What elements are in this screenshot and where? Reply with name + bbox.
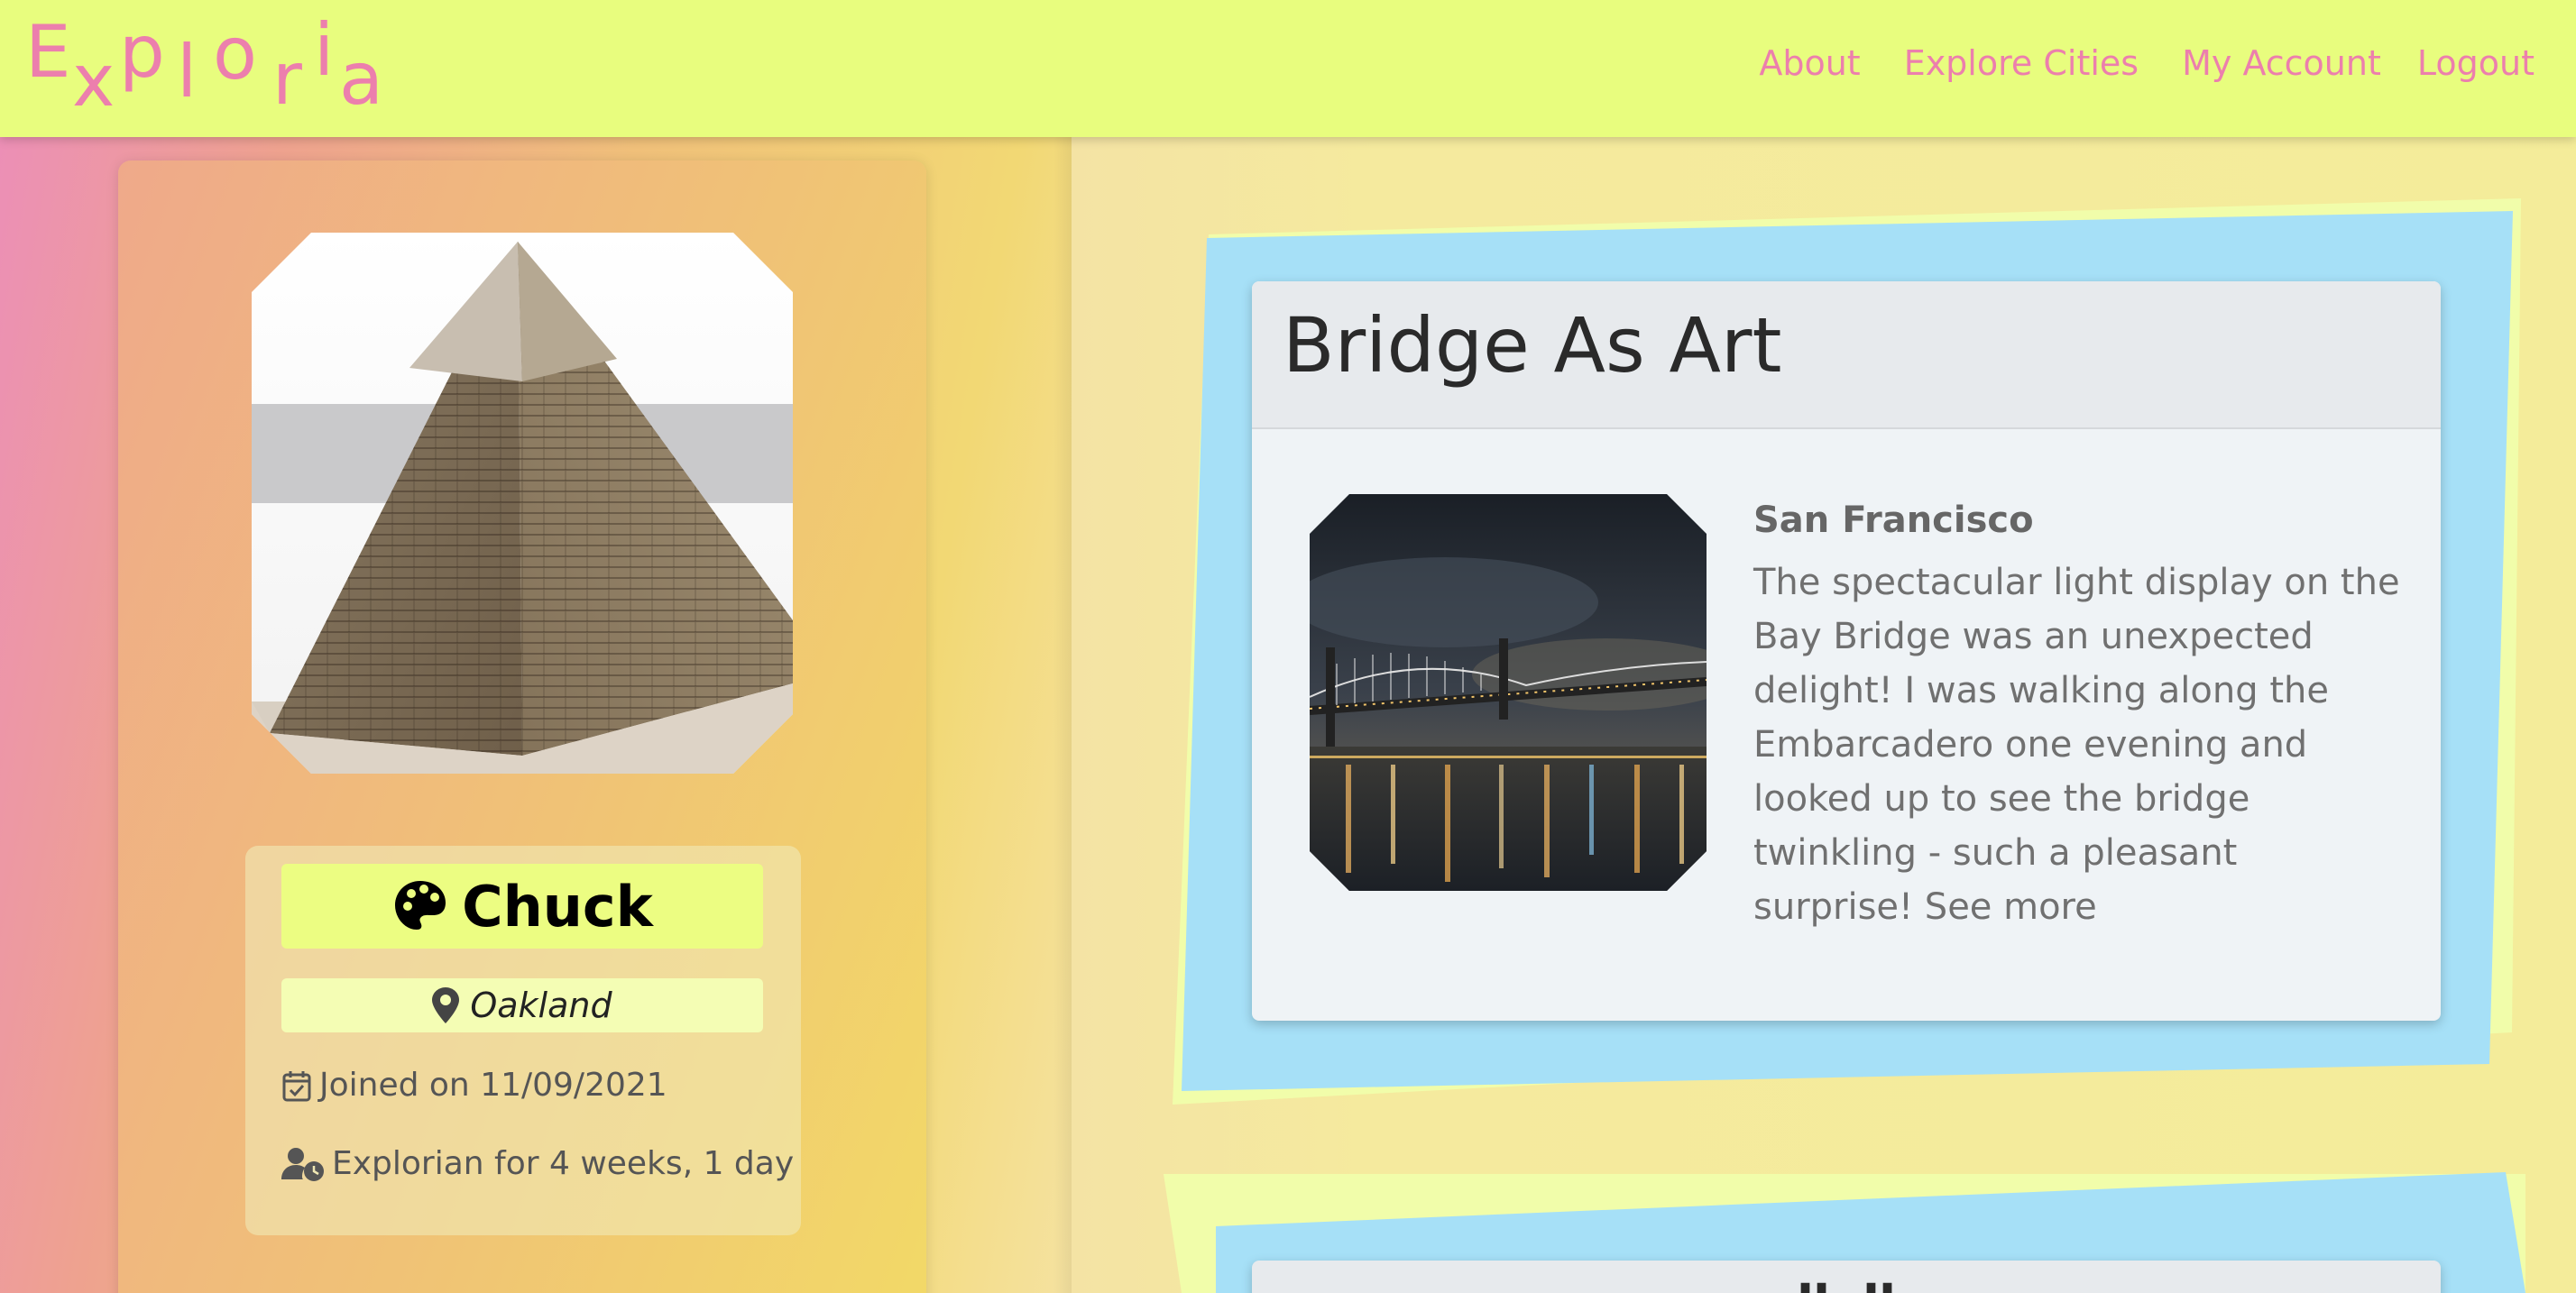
- bay-bridge-night-photo-icon: [1310, 494, 1707, 891]
- logo-letter: p: [119, 10, 165, 94]
- profile-city-box: Oakland: [281, 978, 763, 1032]
- profile-column: Chuck Oakland Joined on 11/09/2021 Explo…: [0, 137, 1072, 1293]
- profile-info-box: Chuck Oakland Joined on 11/09/2021 Explo…: [245, 846, 801, 1235]
- nav-logout-link[interactable]: Logout: [2417, 43, 2535, 83]
- logo-letter: a: [339, 37, 384, 121]
- logo-letter: r: [272, 37, 302, 121]
- logo-letter: i: [314, 8, 335, 92]
- profile-name: Chuck: [462, 873, 653, 940]
- nav-explore-cities-link[interactable]: Explore Cities: [1904, 43, 2139, 83]
- post-header: Bridge As Art: [1252, 281, 2441, 429]
- logo-letter: o: [213, 12, 257, 96]
- profile-tenure: Explorian for 4 weeks, 1 day: [332, 1145, 795, 1182]
- calendar-check-icon: [282, 1070, 311, 1101]
- profile-joined-row: Joined on 11/09/2021: [281, 1067, 667, 1104]
- explorian-logo[interactable]: E x p l o r i a: [25, 0, 404, 137]
- profile-tenure-row: Explorian for 4 weeks, 1 day: [281, 1145, 794, 1182]
- post-title[interactable]: Bridge As Art: [1283, 301, 2410, 390]
- pyramid-photo-icon: [252, 233, 793, 774]
- post-city[interactable]: San Francisco: [1753, 500, 2034, 541]
- post-body: The spectacular light display on the Bay…: [1753, 555, 2403, 934]
- profile-city: Oakland: [470, 986, 612, 1025]
- nav-links: About Explore Cities My Account Logout: [1759, 43, 2535, 83]
- post-title[interactable]: " ": [1252, 1268, 2441, 1293]
- see-more-link[interactable]: See more: [1925, 886, 2097, 928]
- profile-name-box: Chuck: [281, 864, 763, 949]
- post-body-text: The spectacular light display on the Bay…: [1753, 562, 2400, 928]
- profile-joined-date: Joined on 11/09/2021: [319, 1067, 667, 1104]
- logo-letter: x: [72, 39, 115, 123]
- profile-avatar: [252, 233, 793, 774]
- post-card[interactable]: Bridge As Art San Francisco The spectacu…: [1252, 281, 2441, 1021]
- post-image[interactable]: [1310, 494, 1707, 891]
- post-card[interactable]: " ": [1252, 1261, 2441, 1293]
- logo-letter: E: [25, 10, 71, 94]
- nav-about-link[interactable]: About: [1759, 43, 1860, 83]
- user-clock-icon: [281, 1147, 324, 1181]
- logo-letter: l: [177, 30, 198, 114]
- palette-icon: [395, 881, 446, 930]
- nav-my-account-link[interactable]: My Account: [2182, 43, 2381, 83]
- profile-card: Chuck Oakland Joined on 11/09/2021 Explo…: [118, 160, 926, 1293]
- map-marker-icon: [432, 987, 460, 1023]
- navbar: E x p l o r i a About Explore Cities My …: [0, 0, 2576, 137]
